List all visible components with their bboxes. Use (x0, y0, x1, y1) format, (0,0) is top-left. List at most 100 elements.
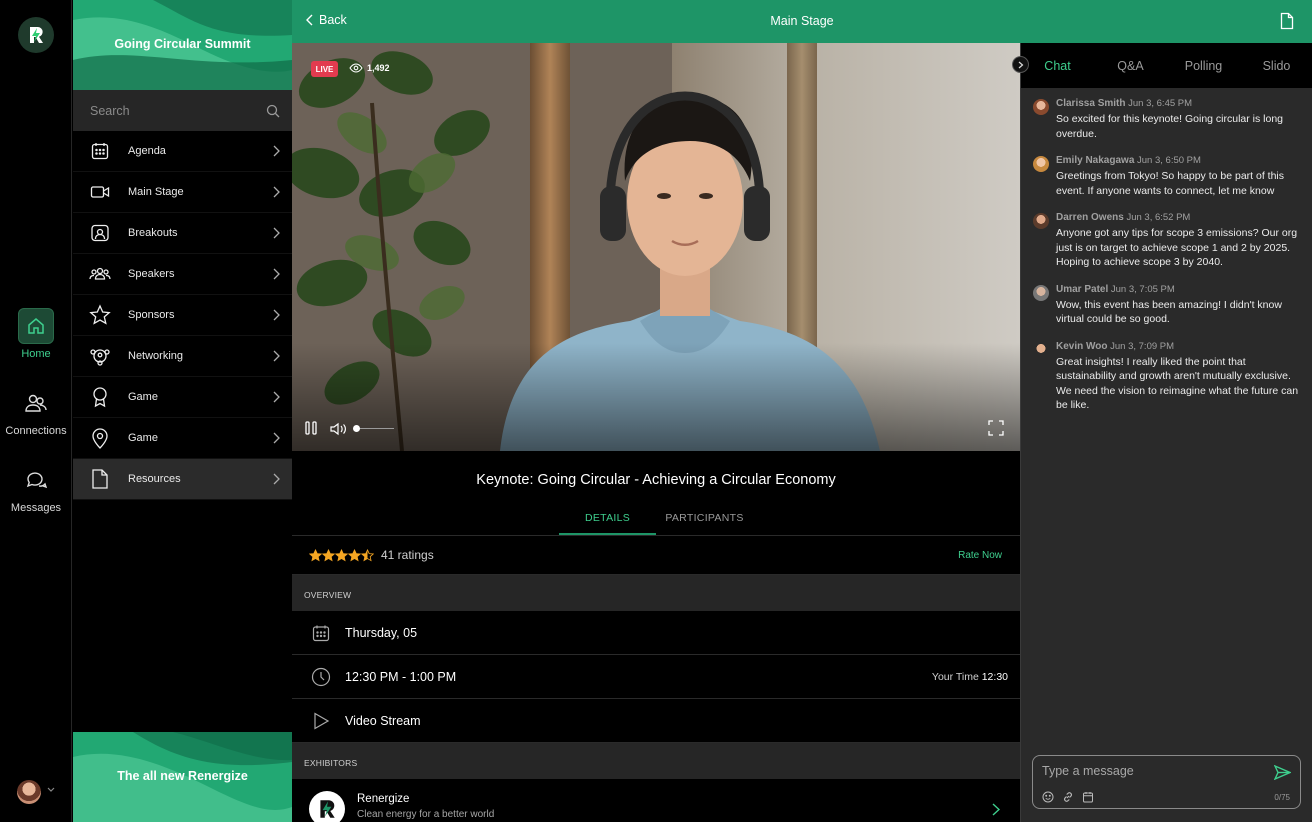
user-avatar[interactable] (17, 780, 41, 804)
session-details: Keynote: Going Circular - Achieving a Ci… (292, 451, 1020, 822)
message-time: Jun 3, 7:05 PM (1110, 283, 1175, 295)
rail-item-home[interactable]: Home (0, 308, 72, 360)
people-icon (18, 385, 54, 421)
chevron-right-icon (273, 432, 280, 444)
sidebar-item-label: Game (128, 432, 158, 444)
collapse-panel-button[interactable] (1012, 56, 1029, 73)
sidebar-item-game-map[interactable]: Game (73, 418, 292, 459)
star-icon (309, 548, 322, 561)
avatar[interactable] (1033, 99, 1049, 115)
sidebar-item-label: Resources (128, 473, 181, 485)
sidebar-item-networking[interactable]: Networking (73, 336, 292, 377)
chat-message: Kevin Woo Jun 3, 7:09 PM Great insights!… (1033, 341, 1305, 413)
calendar-icon (311, 623, 331, 643)
chevron-down-icon[interactable] (47, 787, 55, 793)
app-rail: Home Connections Messages (0, 0, 72, 822)
avatar[interactable] (1033, 341, 1049, 358)
sidebar-item-sponsors[interactable]: Sponsors (73, 295, 292, 336)
chevron-right-icon (1018, 61, 1023, 68)
star-rating (309, 548, 374, 562)
search-bar (73, 90, 292, 131)
mute-button[interactable] (330, 422, 348, 436)
viewer-count: 1,492 (349, 63, 390, 73)
video-stream-row[interactable]: Video Stream (292, 699, 1020, 743)
avatar[interactable] (1033, 213, 1049, 229)
sidebar-item-label: Agenda (128, 145, 166, 157)
message-input[interactable] (1042, 764, 1262, 778)
event-sidebar: Going Circular Summit Agenda Main Stage … (73, 0, 292, 822)
link-icon[interactable] (1062, 791, 1074, 803)
document-icon[interactable] (1280, 12, 1294, 30)
message-author[interactable]: Kevin Woo (1056, 341, 1107, 352)
video-player[interactable]: LIVE 1,492 (292, 43, 1020, 451)
message-author[interactable]: Emily Nakagawa (1056, 155, 1134, 166)
send-icon (1274, 765, 1291, 780)
star-icon (348, 548, 361, 561)
rail-item-messages[interactable]: Messages (0, 462, 72, 514)
fullscreen-button[interactable] (988, 420, 1004, 436)
overview-header: OVERVIEW (292, 575, 1020, 611)
search-input[interactable] (90, 103, 250, 118)
chat-messages: Clarissa Smith Jun 3, 6:45 PM So excited… (1033, 98, 1305, 427)
sidebar-item-label: Sponsors (128, 309, 175, 321)
sidebar-item-speakers[interactable]: Speakers (73, 254, 292, 295)
message-author[interactable]: Umar Patel (1056, 284, 1108, 295)
promo-banner[interactable]: The all new Renergize (73, 732, 292, 822)
exhibitor-logo-icon (309, 791, 345, 822)
chevron-right-icon (273, 227, 280, 239)
promo-title: The all new Renergize (117, 769, 248, 783)
exhibitor-name: Renergize (357, 793, 410, 805)
sidebar-item-game[interactable]: Game (73, 377, 292, 418)
sidebar-item-resources[interactable]: Resources (73, 459, 292, 500)
volume-slider-handle[interactable] (353, 425, 360, 432)
app-logo-icon[interactable] (18, 17, 54, 53)
award-icon (89, 386, 111, 408)
chevron-right-icon (273, 473, 280, 485)
rail-item-connections[interactable]: Connections (0, 385, 72, 437)
session-date: Thursday, 05 (345, 625, 418, 640)
pause-icon (305, 421, 317, 435)
chevron-right-icon (273, 186, 280, 198)
exhibitor-item[interactable]: Renergize Clean energy for a better worl… (292, 779, 1020, 822)
sidebar-item-main-stage[interactable]: Main Stage (73, 172, 292, 213)
avatar[interactable] (1033, 156, 1049, 172)
tab-details[interactable]: DETAILS (559, 508, 656, 535)
breakout-room-icon (89, 222, 111, 244)
calendar-icon[interactable] (1082, 791, 1094, 803)
message-author[interactable]: Darren Owens (1056, 212, 1124, 223)
page-title: Main Stage (770, 14, 834, 28)
pause-button[interactable] (305, 421, 317, 435)
tab-chat[interactable]: Chat (1021, 43, 1094, 88)
side-panel: Chat Q&A Polling Slido Clarissa Smith Ju… (1012, 43, 1312, 822)
rating-row: 41 ratings Rate Now (292, 535, 1020, 575)
tab-participants[interactable]: PARTICIPANTS (656, 508, 753, 535)
sidebar-item-agenda[interactable]: Agenda (73, 131, 292, 172)
message-text: Wow, this event has been amazing! I didn… (1056, 298, 1282, 326)
ratings-count: 41 ratings (381, 548, 434, 562)
search-icon[interactable] (266, 104, 280, 118)
video-overlay (292, 343, 1020, 451)
rate-now-link[interactable]: Rate Now (958, 550, 1002, 561)
message-text: Anyone got any tips for scope 3 emission… (1056, 227, 1298, 268)
sidebar-item-label: Game (128, 391, 158, 403)
tab-slido[interactable]: Slido (1240, 43, 1312, 88)
tab-qa[interactable]: Q&A (1094, 43, 1167, 88)
chat-message: Umar Patel Jun 3, 7:05 PM Wow, this even… (1033, 284, 1305, 327)
sidebar-item-breakouts[interactable]: Breakouts (73, 213, 292, 254)
speaker-icon (330, 422, 346, 436)
session-date-row: Thursday, 05 (292, 611, 1020, 655)
avatar[interactable] (1033, 284, 1049, 301)
clock-icon (311, 667, 331, 687)
message-author[interactable]: Clarissa Smith (1056, 98, 1125, 109)
tab-polling[interactable]: Polling (1167, 43, 1240, 88)
message-text: Great insights! I really liked the point… (1056, 355, 1299, 412)
send-button[interactable] (1274, 765, 1291, 780)
chevron-right-icon (273, 309, 280, 321)
volume-slider[interactable] (354, 428, 394, 429)
emoji-icon[interactable] (1042, 791, 1054, 803)
session-time-row: 12:30 PM - 1:00 PM Your Time 12:30 (292, 655, 1020, 699)
group-icon (89, 263, 111, 285)
fullscreen-icon (988, 420, 1004, 436)
star-icon (335, 548, 348, 561)
eye-icon (349, 63, 363, 73)
